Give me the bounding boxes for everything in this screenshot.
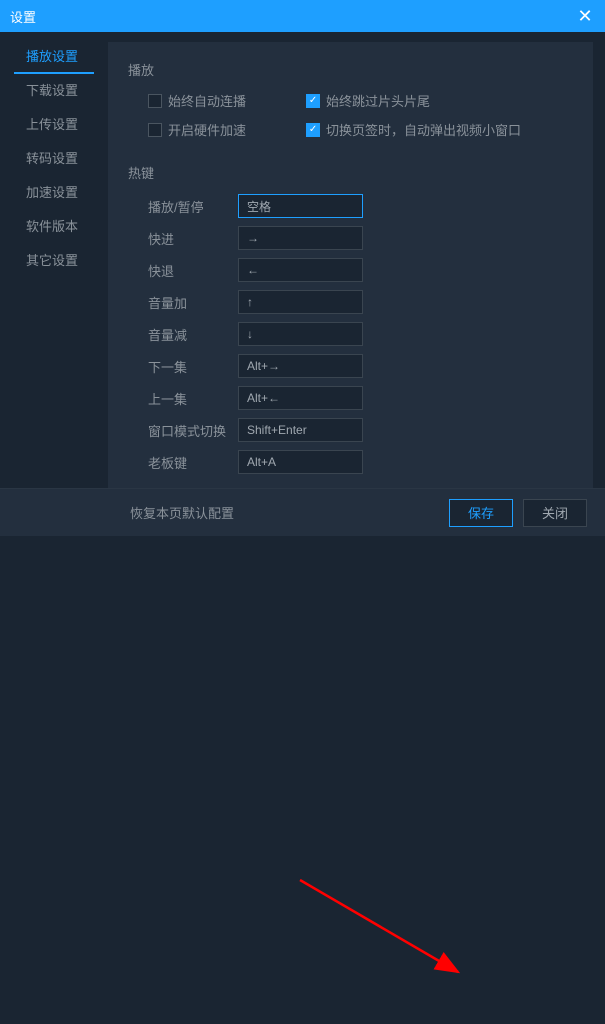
sidebar-item-5[interactable]: 软件版本 [0,210,108,244]
close-button[interactable]: 关闭 [523,499,587,527]
checkbox-row: 始终自动连播 始终跳过片头片尾 [128,91,569,110]
sidebar-item-1[interactable]: 下载设置 [0,74,108,108]
hotkey-input-7[interactable] [238,418,363,442]
hotkey-label: 快进 [148,229,238,248]
hotkey-row-1: 快进 [128,226,569,250]
annotation-arrow [0,488,605,1024]
hotkey-row-3: 音量加 [128,290,569,314]
checkbox-box-icon [306,123,320,137]
window-title: 设置 [10,7,36,26]
hotkey-label: 窗口模式切换 [148,421,238,440]
checkbox-label: 切换页签时，自动弹出视频小窗口 [326,120,521,139]
footer-buttons: 保存 关闭 [449,499,587,527]
hotkey-row-6: 上一集 [128,386,569,410]
hotkey-input-3[interactable] [238,290,363,314]
hotkey-row-5: 下一集 [128,354,569,378]
checkbox-label: 开启硬件加速 [168,120,246,139]
hotkey-label: 音量减 [148,325,238,344]
checkbox-2[interactable]: 开启硬件加速 [148,120,246,139]
hotkey-row-4: 音量减 [128,322,569,346]
checkbox-label: 始终跳过片头片尾 [326,91,430,110]
sidebar: 播放设置下载设置上传设置转码设置加速设置软件版本其它设置 [0,32,108,488]
hotkey-input-5[interactable] [238,354,363,378]
playback-section-title: 播放 [128,60,569,79]
hotkey-row-0: 播放/暂停 [128,194,569,218]
hotkey-section-title: 热键 [128,163,569,182]
hotkey-input-0[interactable] [238,194,363,218]
close-icon[interactable]: ✕ [575,6,595,27]
main-container: 播放设置下载设置上传设置转码设置加速设置软件版本其它设置 播放 始终自动连播始终… [0,32,605,488]
hotkey-input-1[interactable] [238,226,363,250]
hotkey-section: 热键 播放/暂停快进快退音量加音量减下一集上一集窗口模式切换老板键 [128,163,569,474]
checkbox-row: 开启硬件加速 切换页签时，自动弹出视频小窗口 [128,120,569,139]
hotkey-input-4[interactable] [238,322,363,346]
hotkey-label: 上一集 [148,389,238,408]
titlebar: 设置 ✕ [0,0,605,32]
checkbox-box-icon [306,94,320,108]
hotkey-row-7: 窗口模式切换 [128,418,569,442]
restore-defaults-link[interactable]: 恢复本页默认配置 [130,503,234,522]
hotkey-input-8[interactable] [238,450,363,474]
checkbox-box-icon [148,94,162,108]
hotkey-label: 音量加 [148,293,238,312]
sidebar-item-4[interactable]: 加速设置 [0,176,108,210]
checkbox-3[interactable]: 切换页签时，自动弹出视频小窗口 [306,120,521,139]
hotkey-label: 播放/暂停 [148,197,238,216]
checkbox-0[interactable]: 始终自动连播 [148,91,246,110]
hotkey-label: 快退 [148,261,238,280]
checkbox-label: 始终自动连播 [168,91,246,110]
sidebar-item-6[interactable]: 其它设置 [0,244,108,278]
sidebar-item-0[interactable]: 播放设置 [14,40,94,74]
hotkey-label: 下一集 [148,357,238,376]
checkbox-box-icon [148,123,162,137]
hotkey-row-2: 快退 [128,258,569,282]
hotkey-row-8: 老板键 [128,450,569,474]
content-panel: 播放 始终自动连播 始终跳过片头片尾开启硬件加速 切换页签时，自动弹出视频小窗口 热… [108,42,593,488]
hotkey-input-6[interactable] [238,386,363,410]
hotkey-input-2[interactable] [238,258,363,282]
sidebar-item-2[interactable]: 上传设置 [0,108,108,142]
save-button[interactable]: 保存 [449,499,513,527]
sidebar-item-3[interactable]: 转码设置 [0,142,108,176]
footer: 恢复本页默认配置 保存 关闭 [0,488,605,536]
hotkey-label: 老板键 [148,453,238,472]
checkbox-1[interactable]: 始终跳过片头片尾 [306,91,430,110]
